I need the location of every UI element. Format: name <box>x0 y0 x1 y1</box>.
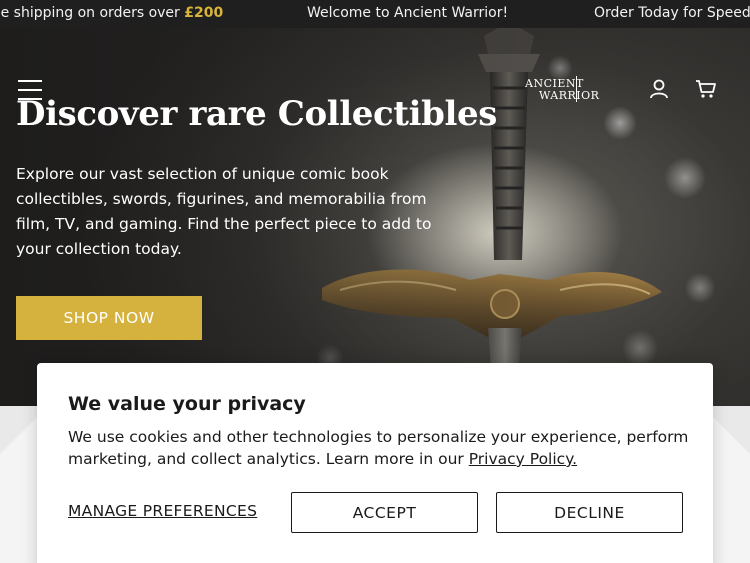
hero-title: Discover rare Collectibles <box>16 94 497 134</box>
cart-icon[interactable] <box>695 79 717 99</box>
decline-button[interactable]: DECLINE <box>496 492 683 533</box>
announcement-order: Order Today for Speed <box>594 5 750 21</box>
announcement-shipping-amount: £200 <box>184 5 224 21</box>
manage-preferences-link[interactable]: MANAGE PREFERENCES <box>68 502 257 520</box>
announcement-bar: ee shipping on orders over £200 Welcome … <box>0 0 750 28</box>
announcement-shipping-text: ee shipping on orders over <box>0 5 185 21</box>
cookie-message-text: We use cookies and other technologies to… <box>68 428 689 468</box>
site-logo[interactable]: ANCIENT WARRIOR <box>525 76 609 106</box>
accept-button[interactable]: ACCEPT <box>291 492 478 533</box>
privacy-policy-link[interactable]: Privacy Policy. <box>469 450 577 468</box>
announcement-shipping: ee shipping on orders over £200 <box>0 5 223 21</box>
cookie-message: We use cookies and other technologies to… <box>68 426 693 470</box>
account-icon[interactable] <box>649 79 669 99</box>
announcement-welcome: Welcome to Ancient Warrior! <box>307 5 509 21</box>
hero-banner: ANCIENT WARRIOR Discover rare Collectibl… <box>0 28 750 406</box>
shop-now-button[interactable]: SHOP NOW <box>16 296 202 340</box>
cookie-title: We value your privacy <box>68 393 306 415</box>
logo-line-2: WARRIOR <box>539 89 600 102</box>
cookie-consent-dialog: We value your privacy We use cookies and… <box>37 363 713 563</box>
hero-description: Explore our vast selection of unique com… <box>16 165 432 258</box>
